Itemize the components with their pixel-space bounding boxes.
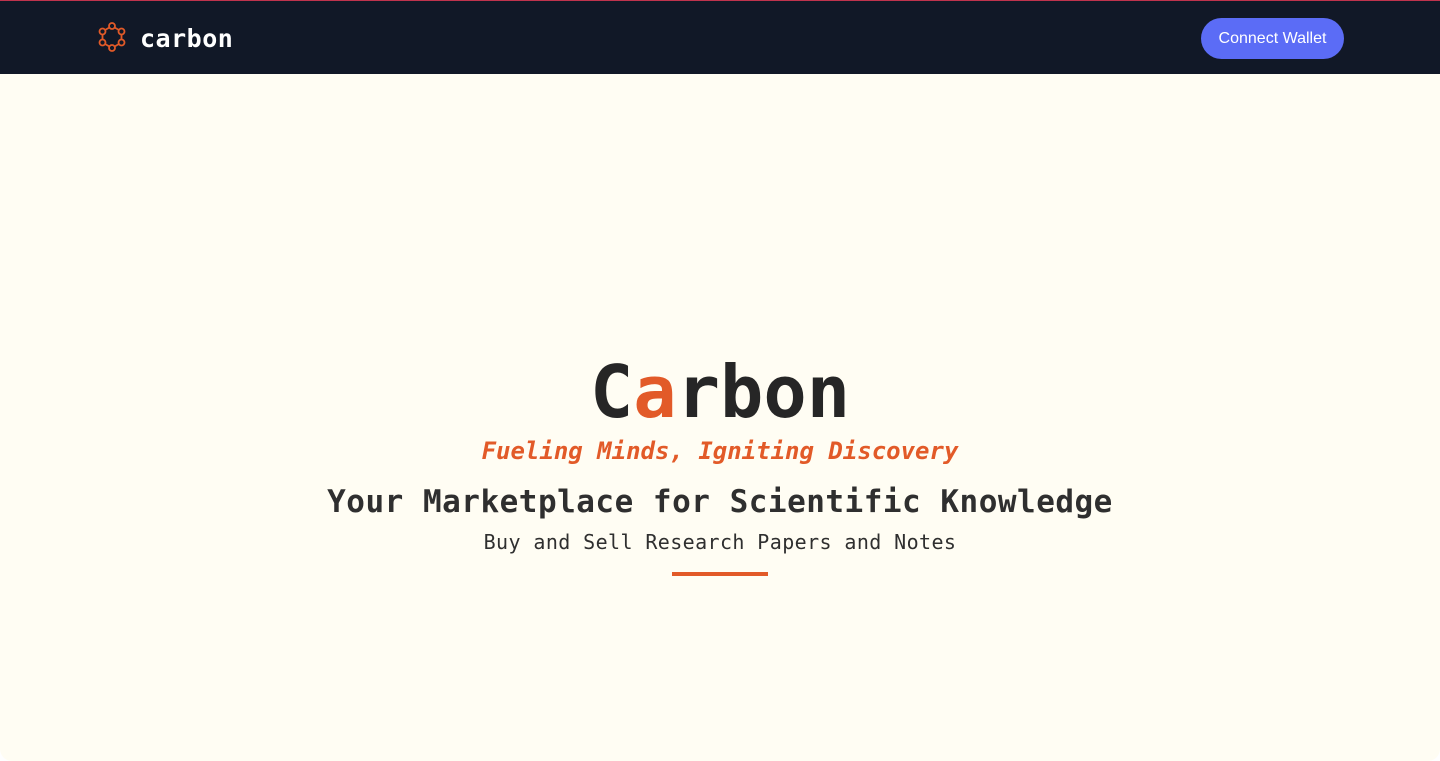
connect-wallet-button[interactable]: Connect Wallet <box>1201 18 1344 59</box>
brand-logo-link[interactable]: carbon <box>96 21 233 55</box>
hero-title-end: rbon <box>676 350 851 434</box>
hero-tagline: Fueling Minds, Igniting Discovery <box>481 437 959 465</box>
hero-title-accent: a <box>633 350 677 434</box>
brand-name: carbon <box>140 23 234 53</box>
hero-title: Carbon <box>0 350 1440 434</box>
navbar: carbon Connect Wallet <box>0 0 1440 74</box>
app-window: carbon Connect Wallet Carbon Fueling Min… <box>0 0 1440 761</box>
molecule-icon <box>98 22 126 52</box>
hero-divider <box>672 572 768 576</box>
hero-subheadline: Buy and Sell Research Papers and Notes <box>483 530 957 554</box>
hero-section: Carbon Fueling Minds, Igniting Discovery… <box>0 74 1440 761</box>
hero-headline: Your Marketplace for Scientific Knowledg… <box>327 484 1113 520</box>
hero-title-start: C <box>589 350 634 434</box>
